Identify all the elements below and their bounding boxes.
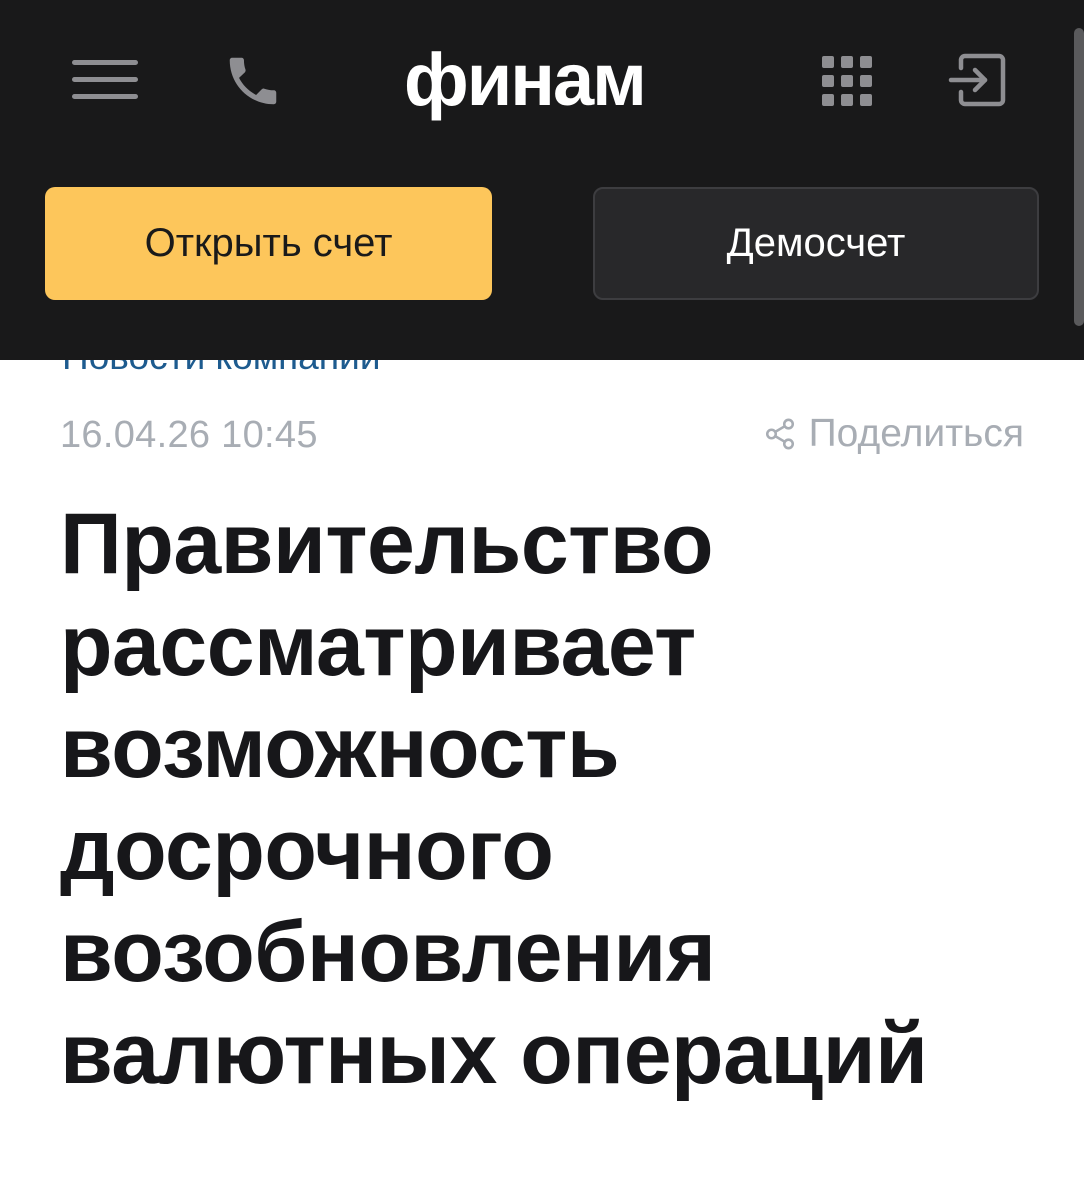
login-icon[interactable]: [946, 50, 1008, 110]
scrollbar[interactable]: [1074, 28, 1084, 326]
finam-logo[interactable]: финам: [404, 40, 647, 120]
phone-icon[interactable]: [222, 50, 284, 112]
share-label: Поделиться: [808, 412, 1024, 455]
open-account-button[interactable]: Открыть счет: [45, 187, 492, 300]
site-header: финам Открыть счет Демосчет: [0, 0, 1084, 360]
article-title: Правительство рассматривает возможность …: [60, 493, 1040, 1105]
article-title-line: возможность: [60, 700, 620, 796]
article-date: 16.04.26 10:45: [60, 414, 318, 456]
demo-account-button[interactable]: Демосчет: [593, 187, 1039, 300]
article-title-line: рассматривает: [60, 598, 696, 694]
share-button[interactable]: Поделиться: [763, 412, 1024, 456]
apps-grid-icon[interactable]: [822, 56, 872, 106]
article-title-line: валютных операций: [60, 1006, 928, 1102]
article-title-line: Правительство: [60, 496, 714, 592]
share-icon: [765, 418, 794, 450]
article-title-line: досрочного: [60, 802, 554, 898]
article-title-line: возобновления: [60, 904, 716, 1000]
menu-icon[interactable]: [72, 56, 138, 104]
